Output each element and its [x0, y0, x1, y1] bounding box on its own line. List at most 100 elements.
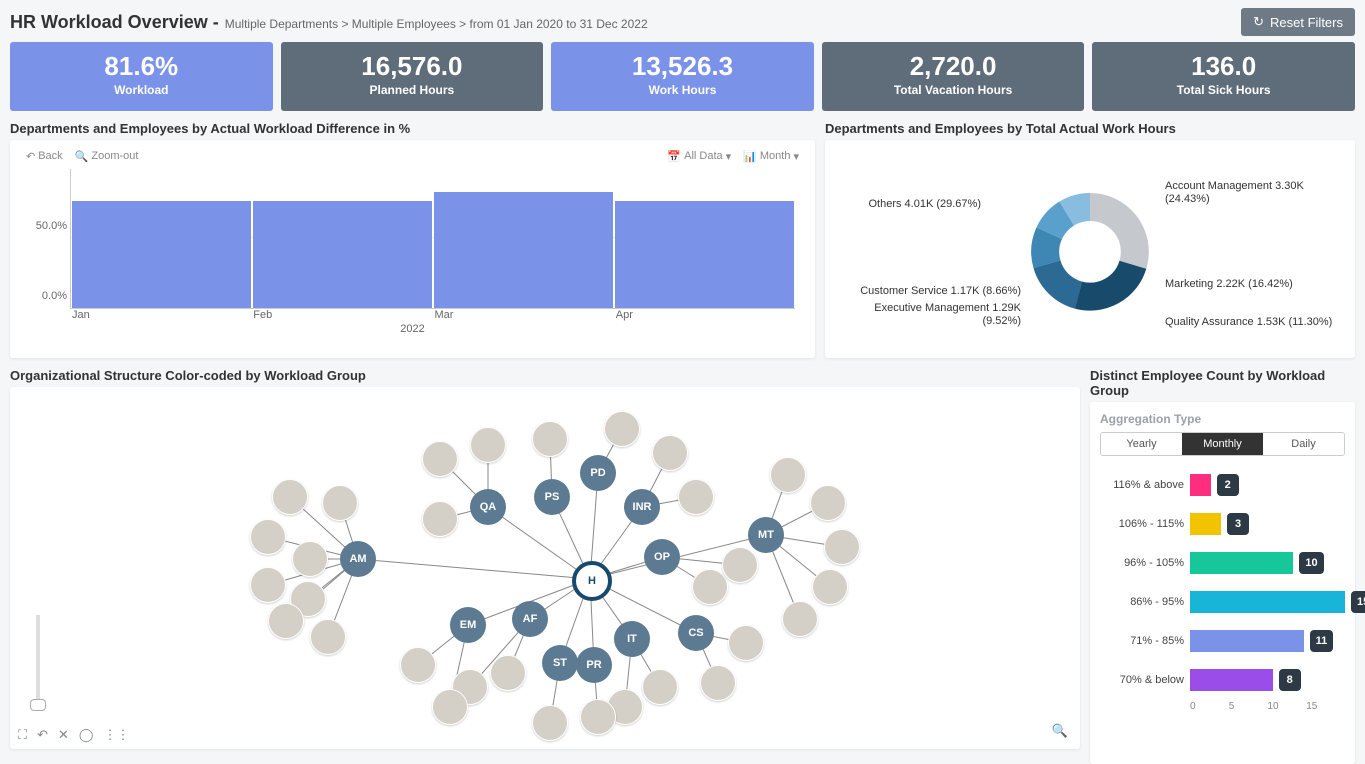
avatar-inr-0[interactable]	[652, 435, 688, 471]
donut-panel-title: Departments and Employees by Total Actua…	[825, 121, 1355, 136]
org-node-ps[interactable]: PS	[534, 479, 570, 515]
kpi-card-1[interactable]: 16,576.0Planned Hours	[281, 42, 544, 111]
workload-bars[interactable]: 116% & above2106% - 115%396% - 105%1086%…	[1100, 474, 1345, 691]
back-button[interactable]: ↶ Back	[26, 150, 63, 163]
avatar-st-0[interactable]	[532, 705, 568, 741]
kpi-value: 13,526.3	[551, 52, 814, 81]
avatar-mt-0[interactable]	[770, 457, 806, 493]
wk-label-4: 71% - 85%	[1100, 635, 1184, 647]
avatar-inr-1[interactable]	[678, 479, 714, 515]
org-node-cs[interactable]: CS	[678, 615, 714, 651]
org-node-pr[interactable]: PR	[576, 647, 612, 683]
avatar-am-2[interactable]	[250, 519, 286, 555]
kpi-label: Total Vacation Hours	[822, 83, 1085, 97]
org-node-inr[interactable]: INR	[624, 489, 660, 525]
y-tick-50: 50.0%	[36, 220, 67, 232]
avatar-mt-3[interactable]	[812, 569, 848, 605]
org-node-af[interactable]: AF	[512, 601, 548, 637]
donut-chart[interactable]	[1020, 181, 1160, 321]
wk-label-1: 106% - 115%	[1100, 518, 1184, 530]
donut-label-cs: Customer Service 1.17K (8.66%)	[841, 285, 1021, 299]
wk-label-2: 96% - 105%	[1100, 557, 1184, 569]
org-node-pd[interactable]: PD	[580, 455, 616, 491]
avatar-am-0[interactable]	[272, 479, 308, 515]
avatar-cs-0[interactable]	[728, 625, 764, 661]
wk-value-5: 8	[1279, 669, 1301, 691]
avatar-op-0[interactable]	[692, 569, 728, 605]
zoom-out-button[interactable]: 🔍 Zoom-out	[75, 150, 139, 163]
bar-Jan[interactable]	[72, 201, 250, 308]
wk-value-1: 3	[1227, 513, 1249, 535]
wk-bar-2[interactable]	[1190, 552, 1293, 574]
x-label-Apr: Apr	[614, 309, 795, 321]
avatar-am-1[interactable]	[322, 485, 358, 521]
wk-bar-1[interactable]	[1190, 513, 1221, 535]
wk-bar-3[interactable]	[1190, 591, 1345, 613]
avatar-qa-0[interactable]	[422, 441, 458, 477]
bar-panel-title: Departments and Employees by Actual Work…	[10, 121, 815, 136]
bar-Feb[interactable]	[253, 201, 431, 308]
org-node-st[interactable]: ST	[542, 645, 578, 681]
org-structure-panel[interactable]: ⛶ ↶ ✕ ◯ ⋮⋮ 🔍 HQAPSPDINROPMTCSITPRSTAFEMA…	[10, 387, 1080, 749]
refresh-icon: ↻	[1253, 14, 1264, 30]
all-data-dropdown[interactable]: 📅 All Data ▾	[667, 150, 731, 163]
donut-label-am: Account Management 3.30K(24.43%)	[1165, 180, 1304, 208]
x-label-Jan: Jan	[70, 309, 251, 321]
title-area: HR Workload Overview - Multiple Departme…	[10, 12, 648, 33]
avatar-cs-1[interactable]	[700, 665, 736, 701]
workload-panel-title: Distinct Employee Count by Workload Grou…	[1090, 368, 1355, 398]
kpi-value: 81.6%	[10, 52, 273, 81]
org-node-it[interactable]: IT	[614, 621, 650, 657]
reset-filters-button[interactable]: ↻ Reset Filters	[1241, 8, 1355, 36]
bar-Apr[interactable]	[615, 201, 793, 308]
wk-value-3: 15	[1351, 591, 1365, 613]
avatar-am-4[interactable]	[250, 567, 286, 603]
seg-yearly[interactable]: Yearly	[1101, 433, 1182, 455]
bar-Mar[interactable]	[434, 192, 612, 307]
avatar-mt-2[interactable]	[824, 529, 860, 565]
granularity-dropdown[interactable]: 📊 Month ▾	[743, 150, 799, 163]
wk-bar-5[interactable]	[1190, 669, 1273, 691]
avatar-qa-2[interactable]	[422, 501, 458, 537]
avatar-am-7[interactable]	[310, 619, 346, 655]
bar-chart[interactable]: 0.0% 50.0%	[70, 169, 795, 309]
wk-bar-4[interactable]	[1190, 630, 1304, 652]
avatar-af-0[interactable]	[490, 655, 526, 691]
kpi-row: 81.6%Workload16,576.0Planned Hours13,526…	[10, 42, 1355, 111]
seg-daily[interactable]: Daily	[1263, 433, 1344, 455]
avatar-pd-0[interactable]	[604, 411, 640, 447]
kpi-card-4[interactable]: 136.0Total Sick Hours	[1092, 42, 1355, 111]
avatar-pr-0[interactable]	[580, 699, 616, 735]
org-node-center[interactable]: H	[572, 561, 612, 601]
avatar-am-3[interactable]	[292, 541, 328, 577]
seg-monthly[interactable]: Monthly	[1182, 433, 1263, 455]
org-node-op[interactable]: OP	[644, 539, 680, 575]
org-node-am[interactable]: AM	[340, 541, 376, 577]
kpi-card-3[interactable]: 2,720.0 Total Vacation Hours	[822, 42, 1085, 111]
avatar-it-0[interactable]	[642, 669, 678, 705]
avatar-qa-1[interactable]	[470, 427, 506, 463]
breadcrumb[interactable]: Multiple Departments > Multiple Employee…	[225, 17, 648, 31]
donut-label-mkt: Marketing 2.22K (16.42%)	[1165, 278, 1293, 292]
donut-label-qa: Quality Assurance 1.53K (11.30%)	[1165, 316, 1332, 330]
kpi-card-2[interactable]: 13,526.3Work Hours	[551, 42, 814, 111]
kpi-value: 2,720.0	[822, 52, 1085, 81]
avatar-ps-0[interactable]	[532, 421, 568, 457]
org-node-qa[interactable]: QA	[470, 489, 506, 525]
avatar-op-1[interactable]	[722, 547, 758, 583]
kpi-label: Planned Hours	[281, 83, 544, 97]
wk-value-2: 10	[1299, 552, 1323, 574]
donut-label-others: Others 4.01K (29.67%)	[851, 198, 981, 212]
org-node-mt[interactable]: MT	[748, 517, 784, 553]
kpi-card-0[interactable]: 81.6%Workload	[10, 42, 273, 111]
aggregation-label: Aggregation Type	[1100, 412, 1345, 426]
org-node-em[interactable]: EM	[450, 607, 486, 643]
avatar-mt-1[interactable]	[810, 485, 846, 521]
wk-bar-0[interactable]	[1190, 474, 1211, 496]
avatar-em-1[interactable]	[432, 689, 468, 725]
avatar-am-6[interactable]	[268, 603, 304, 639]
avatar-mt-4[interactable]	[782, 601, 818, 637]
wk-label-3: 86% - 95%	[1100, 596, 1184, 608]
avatar-em-0[interactable]	[400, 647, 436, 683]
kpi-label: Total Sick Hours	[1092, 83, 1355, 97]
